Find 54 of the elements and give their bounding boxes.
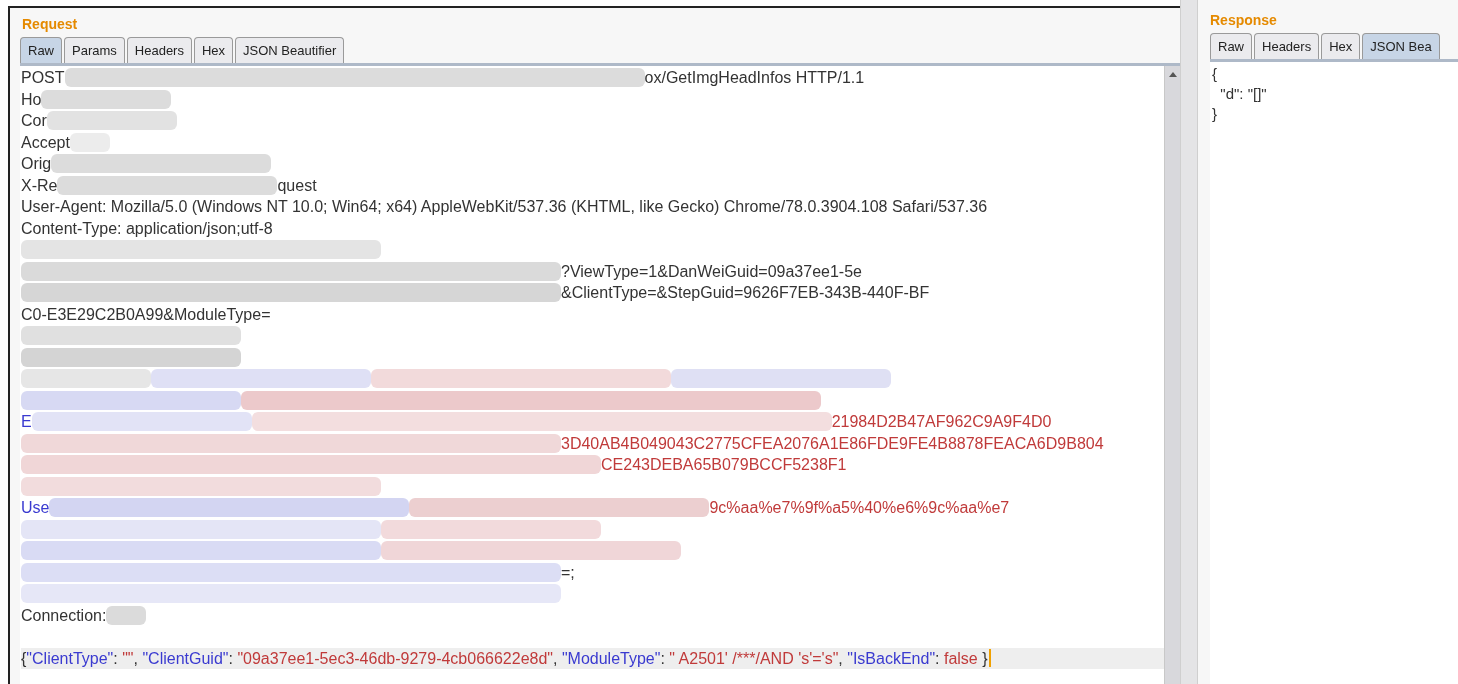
tab[interactable]: Raw	[1210, 33, 1252, 59]
request-text: Orig	[21, 154, 52, 174]
json-value: " A2501' /***/AND 's'='s"	[669, 648, 839, 669]
request-text: ,	[553, 648, 559, 669]
request-text: Ho	[21, 89, 42, 110]
tab[interactable]: Raw	[20, 37, 62, 63]
request-text: ,	[838, 648, 844, 669]
json-key: Use	[21, 497, 50, 519]
request-text: C0-E3E29C2B0A99&ModuleType=	[21, 304, 271, 325]
tab[interactable]: Headers	[126, 37, 192, 63]
json-key: "ModuleType"	[561, 647, 661, 669]
json-value: ""	[122, 648, 134, 669]
json-value: false	[943, 648, 978, 669]
request-text: :	[935, 648, 941, 669]
response-text: }	[1212, 104, 1217, 124]
request-text: Connection:	[21, 605, 107, 626]
request-text: :	[660, 648, 666, 669]
panel-title: Response	[1210, 11, 1277, 30]
json-key: E	[21, 411, 32, 433]
json-value: "09a37ee1-5ec3-46db-9279-4cb066622e8d"	[237, 648, 553, 669]
json-key: "ClientGuid"	[142, 647, 229, 669]
request-text: :	[113, 648, 119, 669]
tab[interactable]: Headers	[1254, 33, 1320, 59]
request-text: :	[228, 648, 234, 669]
request-text: ox/GetImgHeadInfos HTTP/1.1	[644, 68, 865, 88]
request-text: Cor	[21, 111, 47, 131]
request-text: =;	[561, 562, 575, 583]
tab[interactable]: Params	[64, 37, 125, 63]
request-text: quest	[277, 175, 317, 196]
json-value: 21984D2B47AF962C9A9F4D0	[831, 412, 1052, 432]
json-value: CE243DEBA65B079BCCF5238F1	[601, 455, 847, 475]
json-value: 3D40AB4B049043C2775CFEA2076A1E86FDE9FE4B8878FEACA6D9B804	[561, 433, 1104, 454]
tab[interactable]: JSON Bea	[1362, 33, 1440, 59]
response-text: {	[1212, 64, 1217, 84]
json-value: 9c%aa%e7%9f%a5%40%e6%9c%aa%e7	[709, 498, 1010, 518]
json-key: "ClientType"	[26, 647, 114, 669]
tab[interactable]: Hex	[1321, 33, 1361, 59]
request-text: ,	[133, 648, 139, 669]
scrollbar[interactable]	[1164, 66, 1180, 684]
request-text: X-Re	[21, 175, 58, 196]
scroll-up-icon[interactable]	[1167, 70, 1178, 78]
request-text: }	[981, 648, 988, 669]
tab[interactable]: Hex	[193, 37, 234, 63]
tab[interactable]: JSON Beautifier	[235, 37, 345, 63]
response-text: "d": "[]"	[1219, 84, 1267, 104]
request-text: &ClientType=&StepGuid=9626F7EB-343B-440F-BF	[561, 283, 930, 303]
panel-title: Request	[22, 15, 78, 34]
text-cursor	[988, 649, 991, 668]
request-text: Accept	[21, 132, 70, 153]
request-text: User-Agent: Mozilla/5.0 (Windows NT 10.0; Win64; x64) AppleWebKit/537.36 (KHTML, like Gecko) Chrome/78.0.3904.108 Safari/537.36	[21, 197, 988, 217]
request-text: {	[21, 648, 27, 669]
request-text: ?ViewType=1&DanWeiGuid=09a37ee1-5e	[561, 261, 862, 282]
request-text: POST	[21, 68, 65, 88]
request-text: Content-Type: application/json;utf-8	[21, 218, 273, 239]
